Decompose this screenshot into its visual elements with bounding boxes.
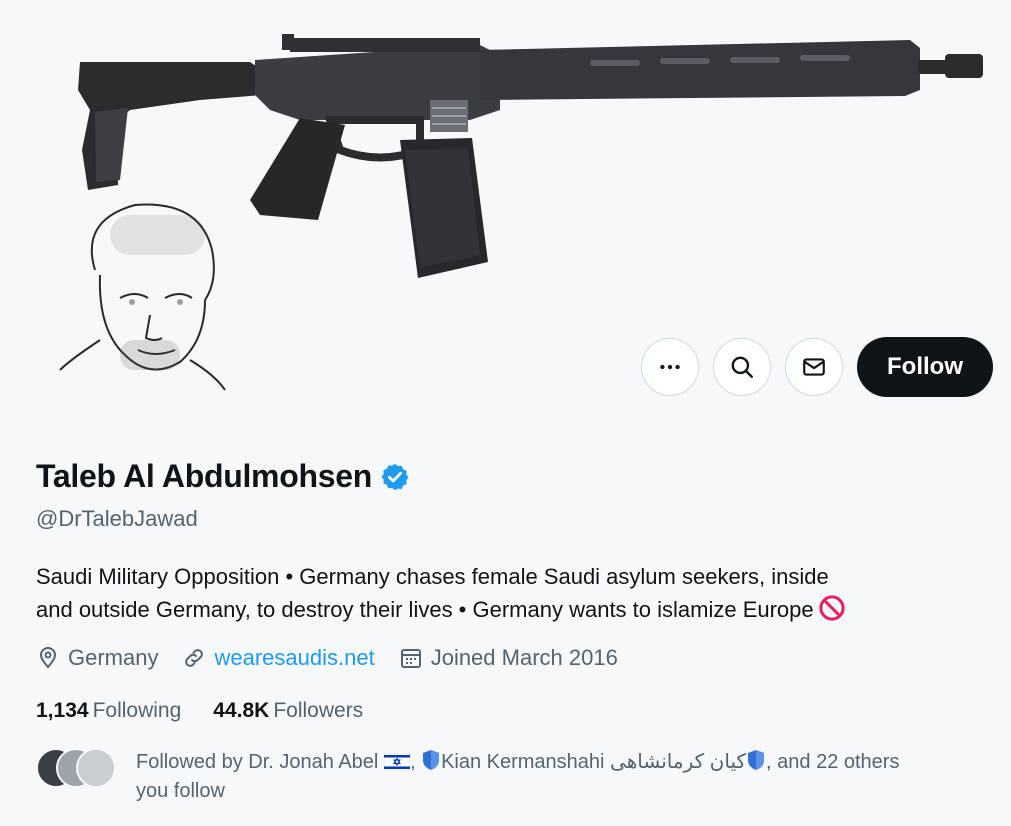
bio-line-1: Saudi Military Opposition • Germany chas…: [36, 564, 829, 589]
profile-avatar[interactable]: [40, 190, 240, 420]
profile-stats: 1,134 Following 44.8K Followers: [36, 699, 395, 723]
display-name-row: Taleb Al Abdulmohsen: [36, 458, 410, 495]
prohibited-icon: [819, 595, 845, 621]
bio-line-2-wrap: and outside Germany, to destroy their li…: [36, 593, 996, 626]
followed-by-sep: ,: [409, 751, 416, 773]
followed-by-prefix: Followed by Dr. Jonah Abel: [136, 751, 379, 773]
more-button[interactable]: [641, 338, 699, 396]
more-icon: [660, 364, 680, 370]
avatar-sketch-image: [59, 203, 226, 391]
mutual-avatars: [36, 748, 116, 788]
followers-link[interactable]: 44.8K Followers: [213, 699, 363, 723]
location-pin-icon: [39, 647, 57, 669]
location-text: Germany: [68, 645, 159, 670]
followed-by-line-1: Followed by Dr. Jonah Abel , Kian Kerman…: [136, 748, 976, 777]
followers-count: 44.8K: [213, 699, 270, 722]
envelope-icon: [803, 358, 825, 376]
verified-badge-icon[interactable]: [380, 462, 410, 492]
profile-actions: Follow: [641, 337, 993, 397]
calendar-icon: [400, 649, 421, 668]
joined-text: Joined March 2016: [430, 645, 618, 670]
location-item: Germany: [36, 645, 158, 671]
shield-icon: [423, 750, 440, 770]
followed-by-suffix: , and 22 others: [766, 751, 900, 773]
following-link[interactable]: 1,134 Following: [36, 699, 181, 723]
profile-page: Follow Taleb Al Abdulmohsen @DrTalebJawa…: [0, 0, 1011, 826]
followed-by-second: Kian Kermanshahi کیان کرمانشاهی: [441, 751, 747, 773]
website-link[interactable]: wearesaudis.net: [214, 645, 374, 671]
link-icon: [185, 649, 204, 667]
search-profile-button[interactable]: [713, 338, 771, 396]
following-label: Following: [92, 699, 182, 722]
profile-bio: Saudi Military Opposition • Germany chas…: [36, 560, 996, 626]
message-button[interactable]: [785, 338, 843, 396]
username-handle: @DrTalebJawad: [36, 506, 198, 531]
followed-by-text: Followed by Dr. Jonah Abel , Kian Kerman…: [136, 748, 976, 806]
website-item[interactable]: wearesaudis.net: [182, 645, 375, 671]
followed-by-section[interactable]: Followed by Dr. Jonah Abel , Kian Kerman…: [36, 748, 976, 806]
joined-item: Joined March 2016: [399, 645, 618, 671]
mutual-avatar: [76, 748, 116, 788]
search-icon: [731, 356, 753, 378]
bio-line-2: and outside Germany, to destroy their li…: [36, 597, 814, 622]
followers-label: Followers: [273, 699, 364, 722]
shield-icon: [748, 750, 765, 770]
following-count: 1,134: [36, 699, 89, 722]
display-name: Taleb Al Abdulmohsen: [36, 458, 372, 494]
israel-flag-icon: [383, 753, 410, 771]
profile-meta: Germany wearesaudis.net Joined March 201…: [36, 645, 642, 671]
follow-button[interactable]: Follow: [857, 337, 993, 397]
followed-by-line-2: you follow: [136, 780, 225, 802]
